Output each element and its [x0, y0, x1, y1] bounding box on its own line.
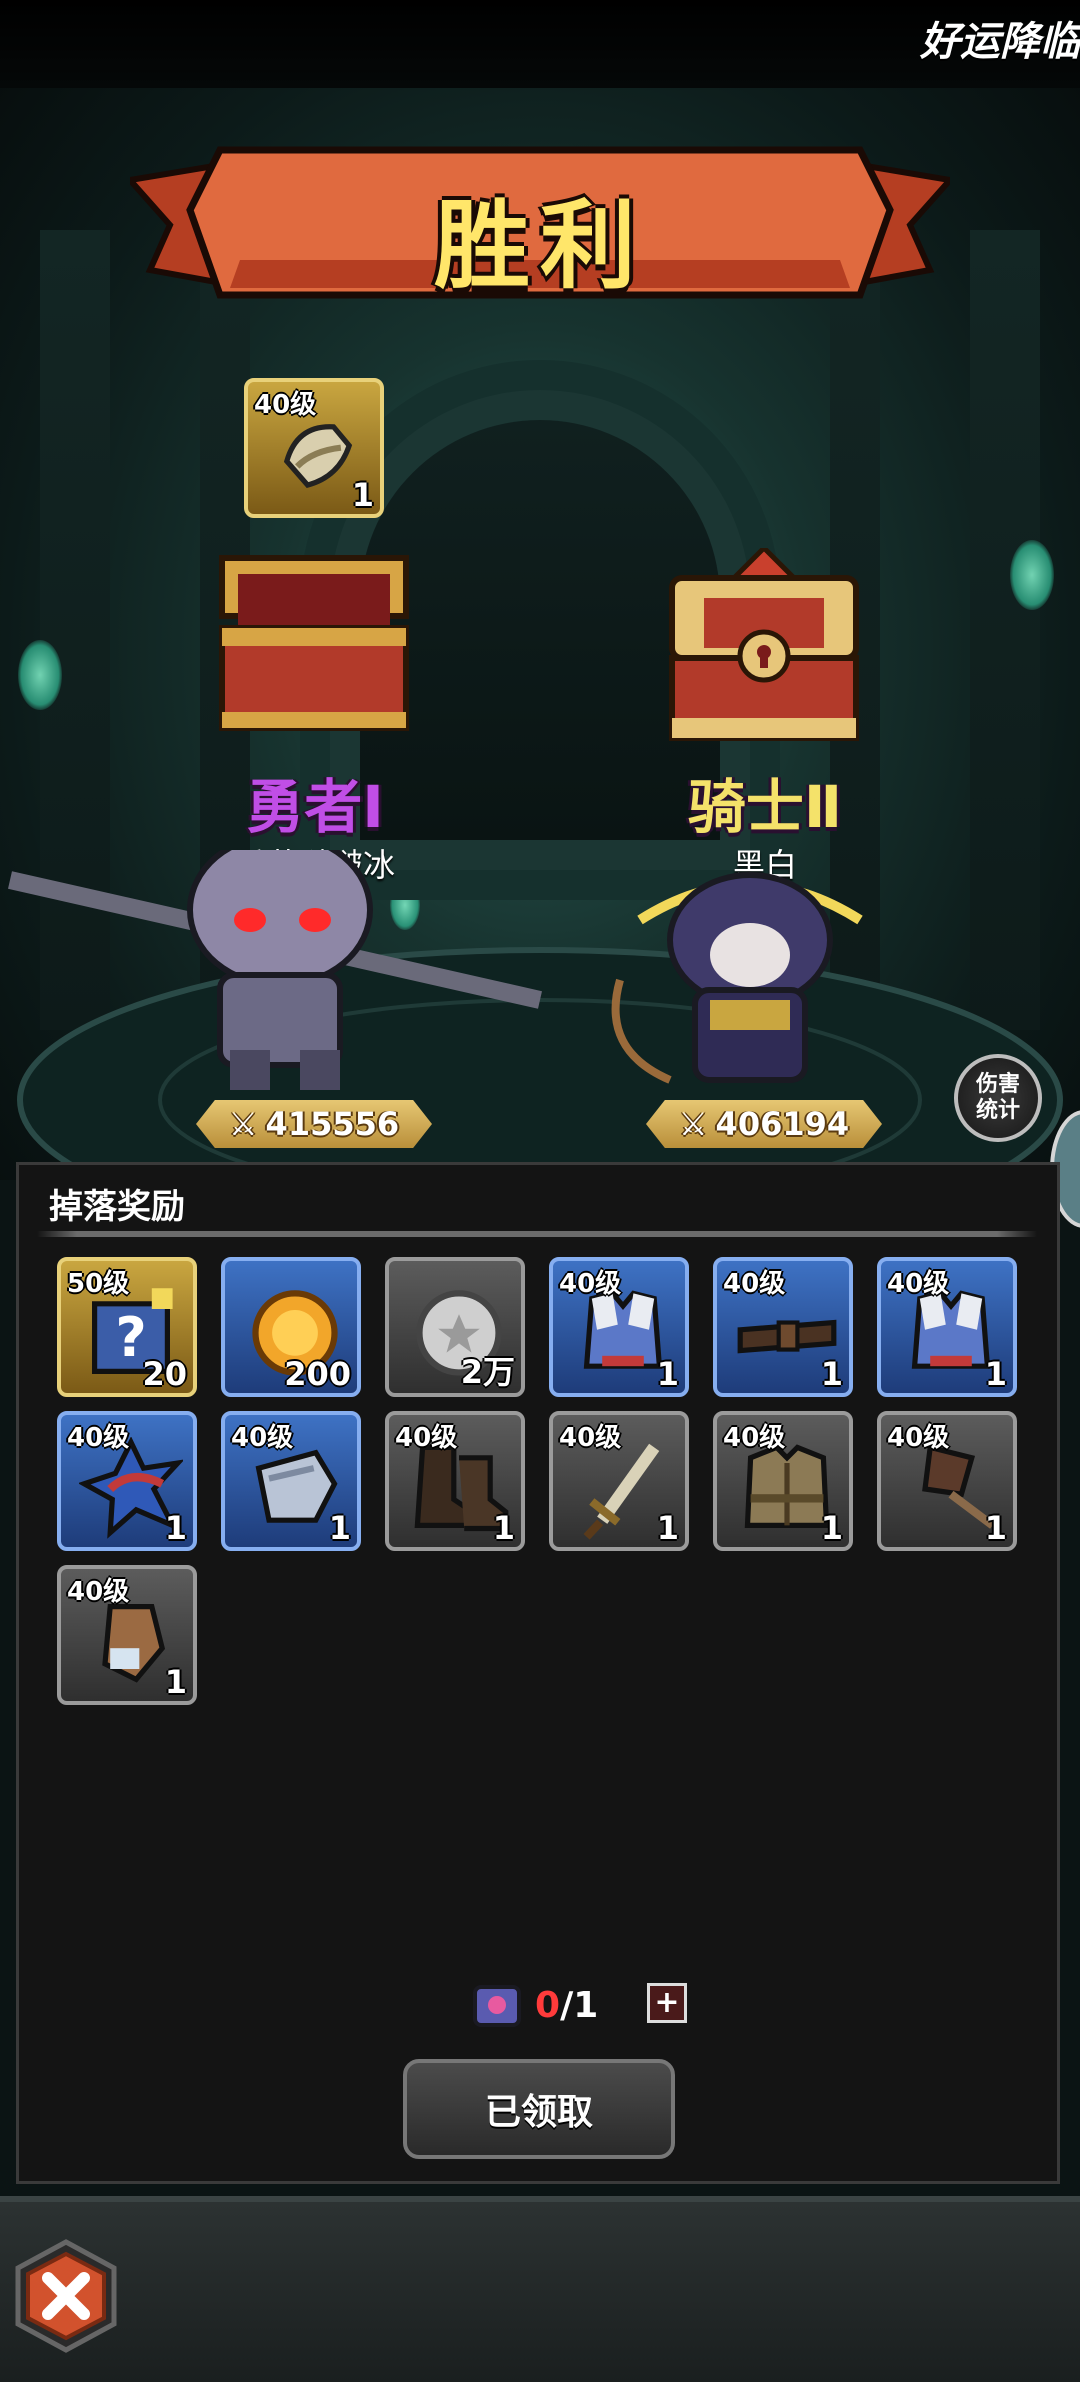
locked-chest-icon: [669, 548, 859, 741]
item-level: 40级: [395, 1423, 458, 1453]
plus-label: +: [654, 1985, 680, 2020]
claimed-button[interactable]: 已领取: [403, 2059, 675, 2159]
power-value: 415556: [265, 1105, 400, 1143]
ticket-counter: 0/1: [469, 1977, 598, 2033]
reward-item[interactable]: 40级 1: [57, 1411, 197, 1551]
item-quantity: 1: [164, 1509, 187, 1547]
reward-item[interactable]: 40级 1: [57, 1565, 197, 1705]
item-quantity: 1: [656, 1509, 679, 1547]
item-quantity: 1: [656, 1355, 679, 1393]
item-quantity: 1: [820, 1355, 843, 1393]
announcement-ticker: 好运降临: [920, 19, 1080, 65]
item-quantity: 1: [984, 1355, 1007, 1393]
item-level: 40级: [723, 1423, 786, 1453]
item-quantity: 1: [351, 476, 374, 514]
reward-item[interactable]: 40级 1: [877, 1257, 1017, 1397]
item-level: 40级: [67, 1423, 130, 1453]
rewards-panel: 掉落奖励 ? 50级 20 200 2万 40级 1 40级 1 40级 1 40级 1 40级 1 40级 1…: [16, 1162, 1060, 2184]
item-quantity: 1: [984, 1509, 1007, 1547]
damage-stats-label: 伤害 统计: [975, 1072, 1020, 1123]
item-level: 40级: [231, 1423, 294, 1453]
green-lamp: [1010, 540, 1054, 610]
crossed-swords-icon: ⚔: [228, 1105, 258, 1143]
item-quantity: 200: [284, 1355, 351, 1393]
green-lamp: [18, 640, 62, 710]
reward-item[interactable]: 40级 1: [877, 1411, 1017, 1551]
victory-title: 胜利: [434, 190, 646, 302]
victory-banner: 胜利: [124, 140, 956, 310]
power-value: 406194: [715, 1105, 850, 1143]
item-level: 40级: [254, 390, 317, 420]
bottom-bar: [0, 2196, 1080, 2382]
item-quantity: 20: [142, 1355, 187, 1393]
reward-item[interactable]: 40级 1: [549, 1257, 689, 1397]
close-icon[interactable]: [6, 2236, 126, 2356]
reward-item[interactable]: 40级 1: [385, 1411, 525, 1551]
reward-item[interactable]: 40级 1: [549, 1411, 689, 1551]
player-rank: 骑士Ⅱ: [687, 773, 843, 841]
top-bar: 好运降临: [0, 0, 1080, 88]
reward-item[interactable]: 40级 1: [713, 1411, 853, 1551]
knight-character-icon: [611, 872, 863, 1084]
player-rank: 勇者Ⅰ: [246, 773, 384, 841]
reward-item[interactable]: 2万: [385, 1257, 525, 1397]
reward-item[interactable]: 200: [221, 1257, 361, 1397]
item-level: 40级: [887, 1269, 950, 1299]
player-power: ⚔ 406194: [646, 1100, 882, 1148]
reward-item[interactable]: 40级 1: [713, 1257, 853, 1397]
item-quantity: 1: [328, 1509, 351, 1547]
counter-current: 0: [535, 1984, 561, 2026]
reward-grid: ? 50级 20 200 2万 40级 1 40级 1 40级 1 40级 1 40级 1 40级 1 40级 1 4…: [57, 1257, 1037, 1705]
item-quantity: 1: [164, 1663, 187, 1701]
reward-item[interactable]: ? 50级 20: [57, 1257, 197, 1397]
hero-character-icon: [8, 850, 542, 1090]
player-power: ⚔ 415556: [196, 1100, 432, 1148]
item-level: 40级: [887, 1423, 950, 1453]
item-level: 40级: [559, 1269, 622, 1299]
item-quantity: 1: [820, 1509, 843, 1547]
damage-stats-button[interactable]: 伤害 统计: [954, 1054, 1042, 1142]
crossed-swords-icon: ⚔: [678, 1105, 708, 1143]
item-level: 50级: [67, 1269, 130, 1299]
item-level: 40级: [67, 1577, 130, 1607]
reward-item[interactable]: 40级 1: [221, 1411, 361, 1551]
bonus-item[interactable]: 40级 1: [244, 378, 384, 518]
add-ticket-button[interactable]: +: [647, 1983, 687, 2023]
ticket-icon: [473, 1985, 521, 2027]
open-chest-icon: [219, 555, 409, 731]
counter-total: /1: [560, 1984, 599, 2026]
item-quantity: 2万: [460, 1353, 515, 1391]
item-level: 40级: [723, 1269, 786, 1299]
item-quantity: 1: [492, 1509, 515, 1547]
divider: [37, 1231, 1037, 1237]
rewards-title: 掉落奖励: [49, 1187, 185, 1227]
item-level: 40级: [559, 1423, 622, 1453]
